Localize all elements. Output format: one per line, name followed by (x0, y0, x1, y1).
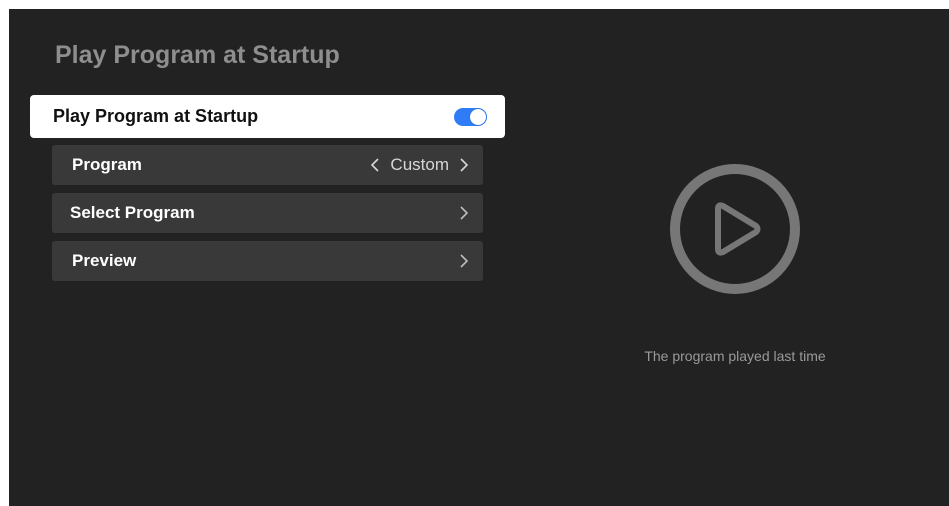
startup-toggle-switch[interactable] (454, 107, 487, 126)
startup-toggle-label: Play Program at Startup (53, 106, 259, 126)
program-selector[interactable]: Custom (370, 155, 469, 175)
settings-screen: Play Program at Startup Play Program at … (9, 9, 949, 506)
chevron-left-icon[interactable] (370, 157, 380, 173)
play-circle-icon (668, 162, 802, 296)
select-program-row[interactable]: Select Program (52, 193, 483, 233)
program-value: Custom (390, 155, 449, 174)
program-row[interactable]: Program Custom (52, 145, 483, 185)
chevron-right-icon (459, 205, 469, 221)
startup-toggle-row[interactable]: Play Program at Startup (30, 95, 505, 138)
preview-caption: The program played last time (644, 348, 826, 364)
chevron-right-icon[interactable] (459, 157, 469, 173)
page-title: Play Program at Startup (55, 41, 340, 69)
program-label: Program (72, 155, 142, 174)
toggle-knob (470, 108, 486, 125)
preview-label: Preview (72, 251, 137, 270)
select-program-label: Select Program (70, 203, 195, 222)
preview-row[interactable]: Preview (52, 241, 483, 281)
chevron-right-icon (459, 253, 469, 269)
